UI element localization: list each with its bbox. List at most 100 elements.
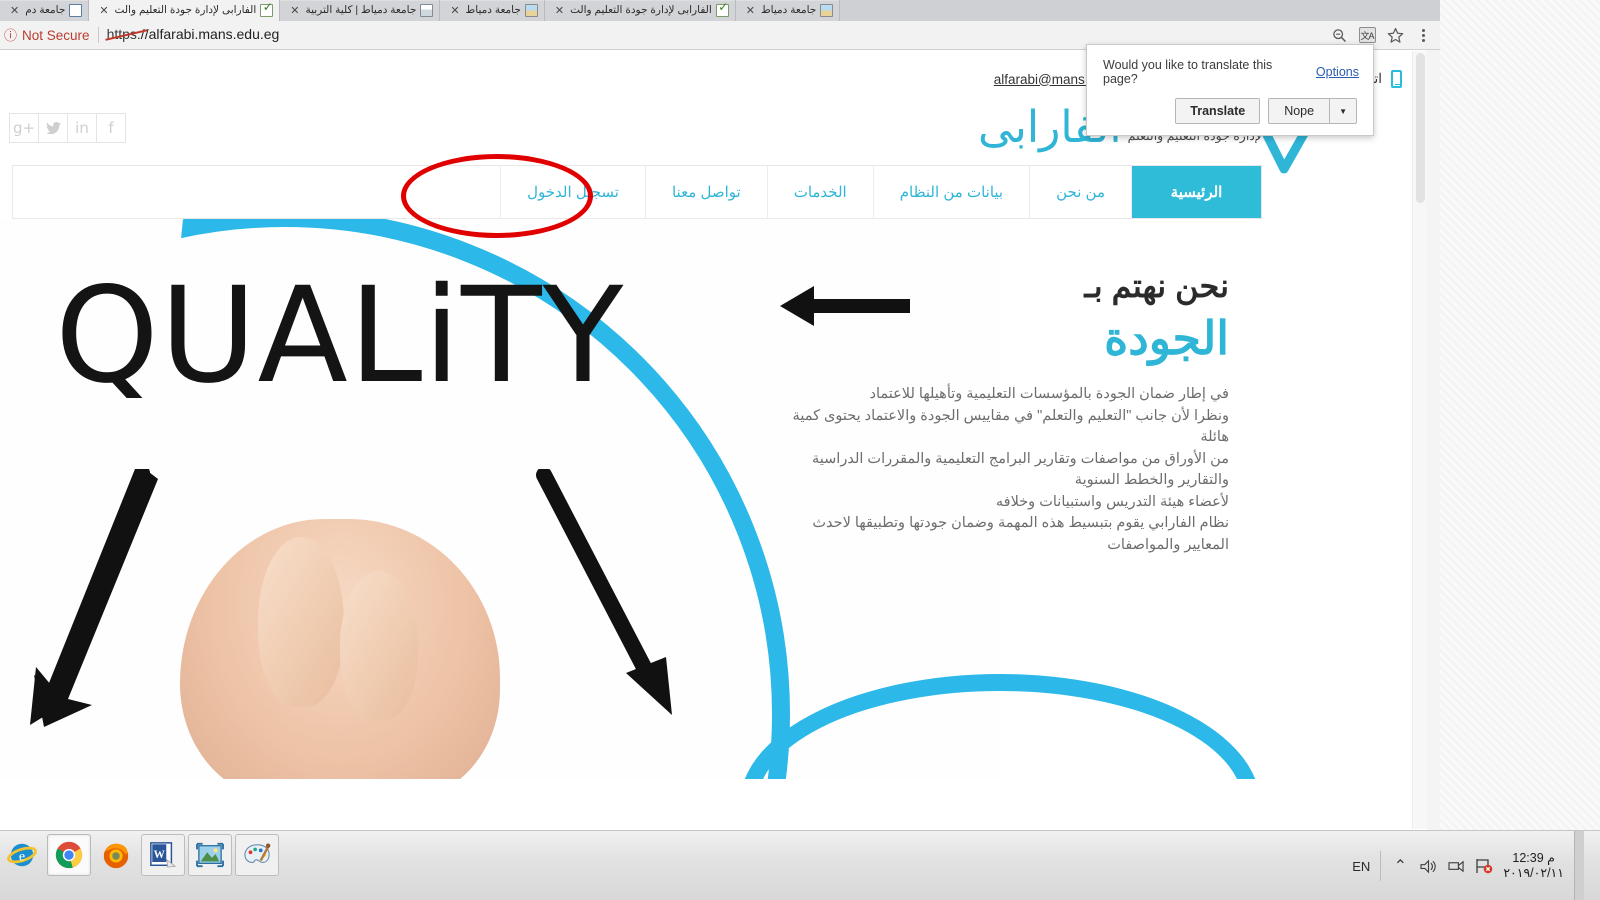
url-host: ://alfarabi.mans.edu.eg [136, 26, 280, 42]
browser-tab[interactable]: جامعة دمياط ✕ [440, 0, 545, 21]
hero-paragraph-line: ونظرا لأن جانب "التعليم والتعلم" في مقاي… [792, 407, 1229, 446]
tab-close-icon[interactable]: ✕ [746, 5, 755, 16]
translate-popup-actions: Translate Nope ▼ [1087, 86, 1373, 124]
tab-close-icon[interactable]: ✕ [555, 5, 564, 16]
chevron-down-icon[interactable]: ▼ [1329, 98, 1357, 124]
main-navigation: الرئيسية من نحن بيانات من النظام الخدمات… [12, 165, 1262, 219]
linkedin-icon[interactable]: in [67, 113, 97, 143]
bookmark-star-icon[interactable] [1382, 22, 1408, 48]
finger-shape [258, 537, 344, 707]
hero-section: QUALiTY نحن نهتم بـ الجودة في إطار ضمان … [0, 219, 1412, 779]
hero-paragraph: في إطار ضمان الجودة بالمؤسسات التعليمية … [769, 384, 1229, 556]
browser-tab[interactable]: جامعة دمياط | كلية التربية ✕ [280, 0, 441, 21]
finger-shape [340, 571, 418, 721]
translate-glyph: 文A [1358, 27, 1376, 43]
microsoft-word-icon[interactable]: W [141, 834, 185, 876]
tab-favicon-icon [260, 1, 274, 17]
browser-menu-icon[interactable] [1410, 22, 1436, 48]
network-icon[interactable] [1447, 857, 1465, 875]
info-circle-icon: ⓘ [4, 27, 18, 43]
decorative-arc-shape [740, 674, 1260, 779]
hero-paragraph-line: من الأوراق من مواصفات وتقارير البرامج ال… [812, 450, 1229, 489]
tab-title: الفارابى لإدارة جودة التعليم والت [114, 4, 257, 16]
clock-time: 12:39 م [1512, 851, 1555, 865]
nav-item-services[interactable]: الخدمات [766, 166, 873, 218]
tab-title: الفارابى لإدارة جودة التعليم والت [570, 4, 712, 16]
browser-tab[interactable]: الفارابى لإدارة جودة التعليم والت ✕ [544, 0, 736, 21]
arrow-down-left-icon [20, 465, 160, 734]
internet-explorer-icon[interactable]: e [0, 834, 44, 876]
tab-close-icon[interactable]: ✕ [450, 5, 459, 16]
tab-favicon-icon [69, 4, 83, 17]
nav-item-home[interactable]: الرئيسية [1131, 166, 1261, 218]
tab-favicon-icon [420, 4, 434, 17]
browser-tab[interactable]: جامعة دمياط ✕ [735, 0, 841, 21]
tab-favicon-icon [715, 1, 730, 17]
flag-error-icon[interactable] [1475, 857, 1493, 875]
hero-paragraph-line: في إطار ضمان الجودة بالمؤسسات التعليمية … [869, 386, 1229, 402]
security-status-label: Not Secure [22, 27, 90, 43]
browser-tab[interactable]: جامعة دم ✕ [0, 0, 90, 21]
svg-text:e: e [19, 849, 25, 865]
page-scrollbar[interactable] [1412, 51, 1427, 829]
hero-text-block: نحن نهتم بـ الجودة في إطار ضمان الجودة ب… [769, 264, 1229, 556]
taskbar-app-buttons: e W [0, 834, 279, 876]
scrollbar-thumb[interactable] [1416, 53, 1425, 203]
tab-close-icon[interactable]: ✕ [10, 5, 19, 16]
screen: جامعة دم ✕ الفارابى لإدارة جودة التعليم … [0, 0, 1600, 900]
main-navigation-wrap: الرئيسية من نحن بيانات من النظام الخدمات… [0, 154, 1412, 238]
translate-options-link[interactable]: Options [1316, 65, 1359, 79]
tab-title: جامعة دمياط [465, 4, 521, 16]
volume-icon[interactable] [1419, 857, 1437, 875]
tab-favicon-icon [524, 4, 538, 17]
tab-title: جامعة دمياط [760, 4, 817, 16]
nav-item-login[interactable]: تسجيل الدخول [500, 166, 645, 218]
address-bar-url[interactable]: https://alfarabi.mans.edu.eg [104, 26, 280, 44]
hero-paragraph-line: نظام الفارابي يقوم بتبسيط هذه المهمة وضم… [812, 515, 1229, 553]
show-hidden-icons-chevron-icon[interactable]: ⌃ [1391, 857, 1409, 875]
mozilla-firefox-icon[interactable] [94, 834, 138, 876]
hero-title: الجودة [1104, 312, 1229, 364]
social-links: g+ in f [9, 113, 126, 143]
tab-close-icon[interactable]: ✕ [99, 5, 108, 16]
translate-popup: Would you like to translate this page? O… [1086, 44, 1374, 136]
arrow-down-right-icon [530, 467, 690, 724]
browser-tab-active[interactable]: الفارابى لإدارة جودة التعليم والت ✕ [89, 0, 281, 21]
clock-date: ٢٠١٩/٠٢/١١ [1503, 866, 1564, 880]
mobile-phone-icon [1391, 70, 1402, 88]
clock[interactable]: 12:39 م ٢٠١٩/٠٢/١١ [1503, 851, 1564, 881]
language-indicator[interactable]: EN [1352, 859, 1370, 874]
nav-item-about[interactable]: من نحن [1029, 166, 1131, 218]
windows-taskbar: e W EN ⌃ 12:39 م ٢٠١٩/٠٢/١١ [0, 830, 1600, 900]
translate-popup-header: Would you like to translate this page? O… [1087, 45, 1373, 86]
translate-question: Would you like to translate this page? [1103, 58, 1273, 86]
nope-button-group: Nope ▼ [1268, 98, 1357, 124]
nav-item-contact[interactable]: تواصل معنا [644, 166, 767, 218]
hero-graphic-word: QUALiTY [55, 259, 625, 413]
hero-paragraph-line: لأعضاء هيئة التدريس واستبيانات وخلافه [995, 493, 1229, 510]
system-tray: EN ⌃ 12:39 م ٢٠١٩/٠٢/١١ [1352, 831, 1592, 900]
page-viewport: اتصل بنا: +20 50 2223694/2223693 @ alfar… [0, 51, 1412, 829]
google-plus-icon[interactable]: g+ [9, 113, 39, 143]
nope-button[interactable]: Nope [1268, 98, 1330, 124]
tray-divider [1380, 851, 1382, 881]
browser-tab-strip: جامعة دم ✕ الفارابى لإدارة جودة التعليم … [0, 0, 1440, 21]
nav-empty-space [13, 166, 500, 218]
svg-text:W: W [154, 849, 166, 861]
desktop-background [1440, 0, 1600, 830]
google-chrome-icon[interactable] [47, 834, 91, 876]
facebook-icon[interactable]: f [96, 113, 126, 143]
nav-item-system-data[interactable]: بيانات من النظام [872, 166, 1029, 218]
window-right-edge [1427, 0, 1440, 830]
tab-strip-empty-area [840, 0, 1440, 21]
omnibox-divider [97, 27, 99, 43]
paint-icon[interactable] [235, 834, 279, 876]
show-desktop-button[interactable] [1574, 831, 1584, 900]
hero-kicker: نحن نهتم بـ [1084, 268, 1229, 304]
security-status-chip[interactable]: ⓘ Not Secure [0, 28, 90, 43]
tab-favicon-icon [820, 4, 834, 17]
twitter-icon[interactable] [38, 113, 68, 143]
tab-close-icon[interactable]: ✕ [290, 5, 299, 16]
translate-button[interactable]: Translate [1175, 98, 1261, 124]
photo-viewer-icon[interactable] [188, 834, 232, 876]
